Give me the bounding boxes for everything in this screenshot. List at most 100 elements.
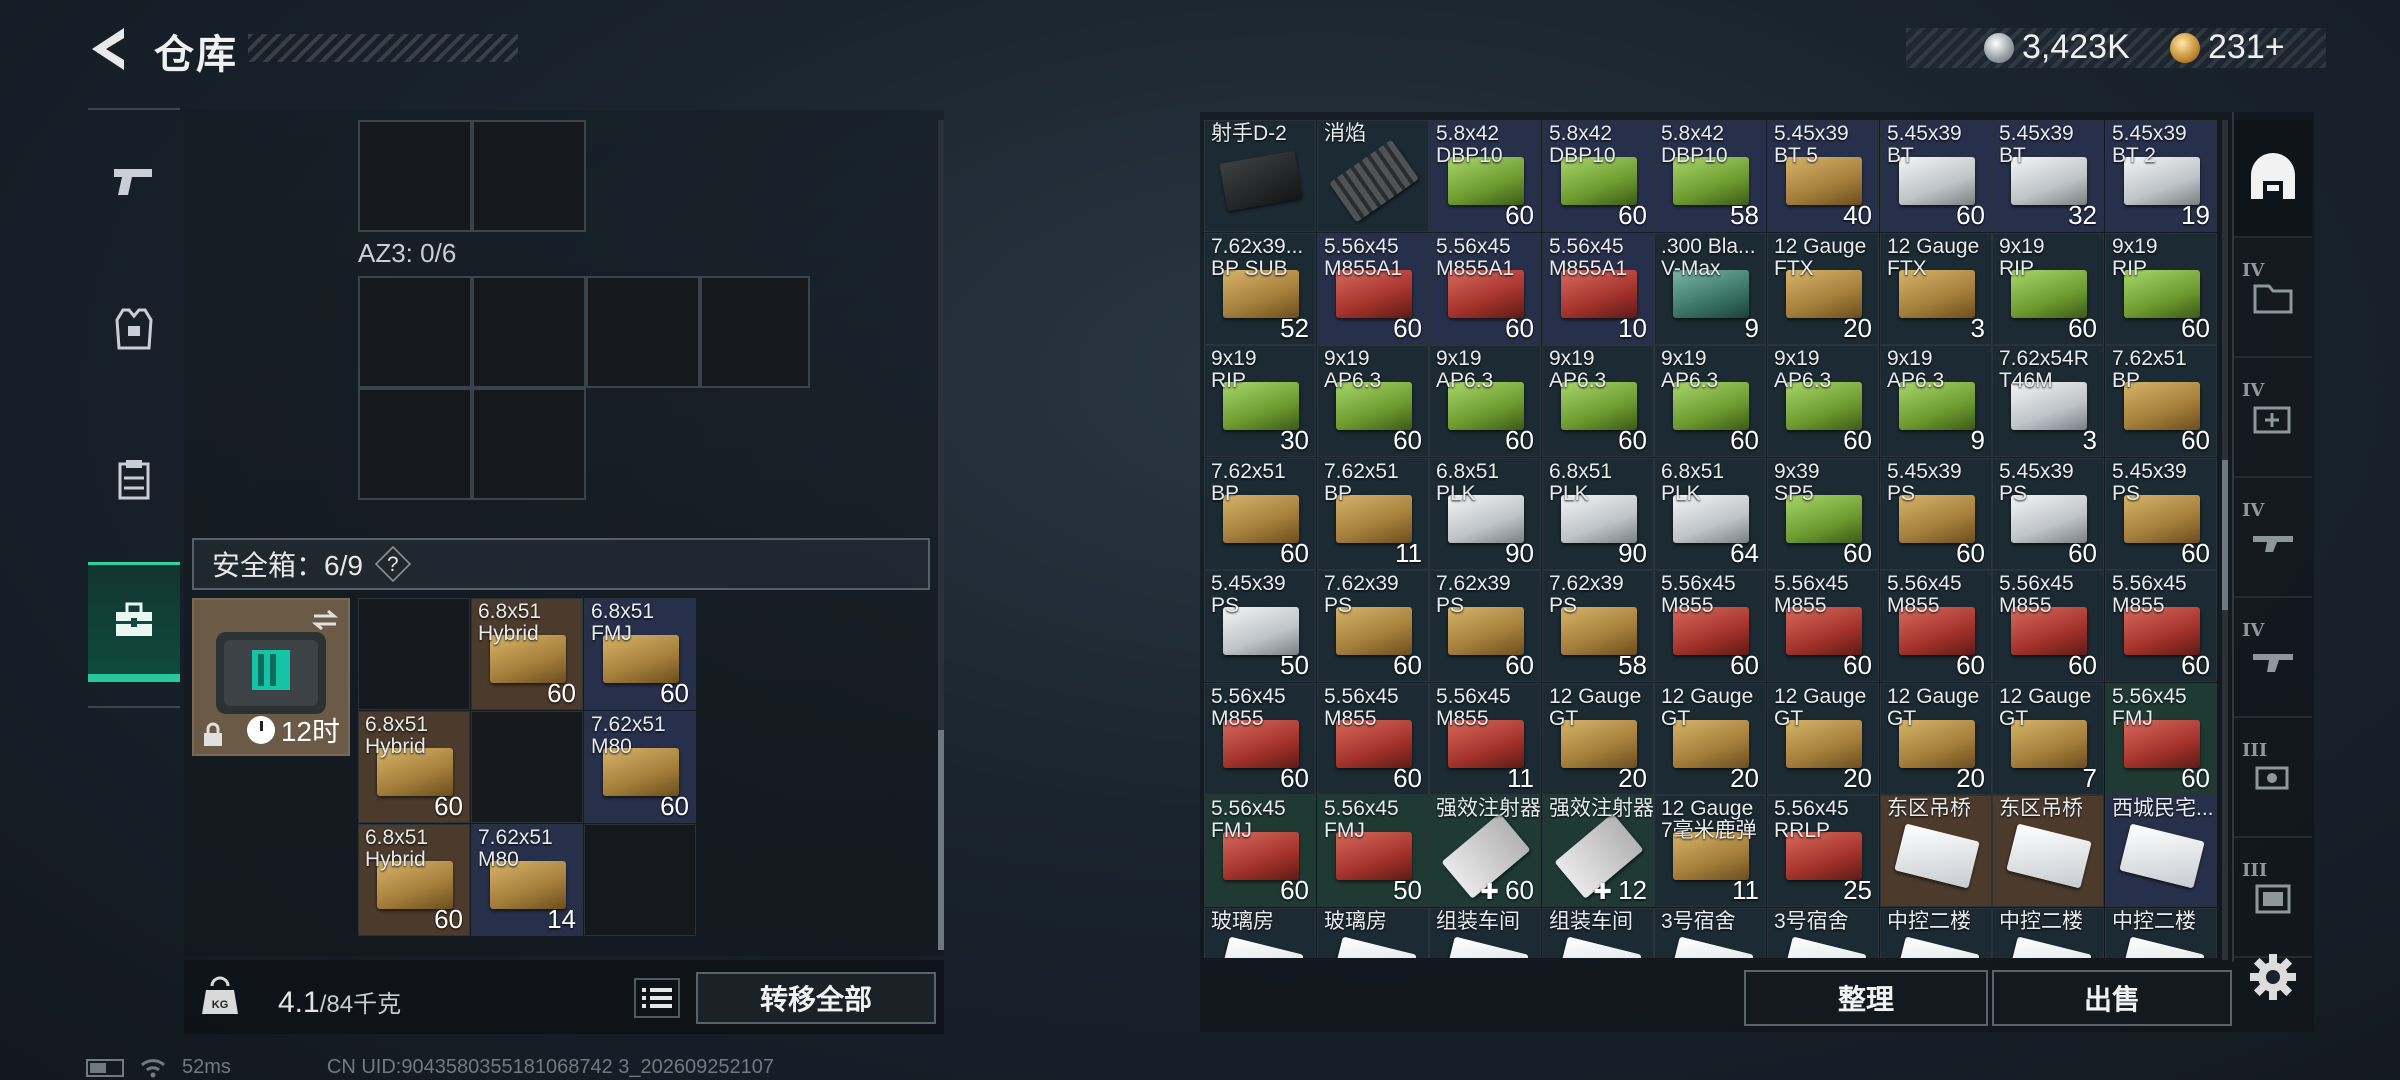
- inventory-item[interactable]: 5.56x45 M855 60: [1992, 570, 2104, 682]
- inventory-item[interactable]: 6.8x51 PLK 90: [1542, 458, 1654, 570]
- inventory-item[interactable]: 9x19 AP6.3 9: [1880, 345, 1992, 457]
- inventory-item[interactable]: 5.56x45 M855 60: [1204, 683, 1316, 795]
- container-slot[interactable]: [472, 120, 586, 232]
- inventory-item[interactable]: 3号宿舍: [1654, 908, 1766, 958]
- inventory-item[interactable]: 6.8x51 PLK 90: [1429, 458, 1541, 570]
- inventory-item[interactable]: 7.62x39 PS 60: [1317, 570, 1429, 682]
- sort-button[interactable]: 整理: [1744, 970, 1988, 1026]
- inventory-item[interactable]: 9x19 AP6.3 60: [1767, 345, 1879, 457]
- inventory-item[interactable]: 5.56x45 M855 60: [1880, 570, 1992, 682]
- inventory-item[interactable]: 12 Gauge 7毫米鹿弹 11: [1654, 795, 1766, 907]
- inventory-item[interactable]: 7.62x54R T46M 3: [1992, 345, 2104, 457]
- inventory-item[interactable]: 5.8x42 DBP10 60: [1429, 120, 1541, 232]
- az3-slot[interactable]: [358, 388, 472, 500]
- inventory-item[interactable]: 9x19 AP6.3 60: [1317, 345, 1429, 457]
- inventory-item[interactable]: 东区吊桥: [1880, 795, 1992, 907]
- inventory-item[interactable]: 7.62x51 BP 60: [2105, 345, 2217, 457]
- inventory-item[interactable]: 玻璃房: [1317, 908, 1429, 958]
- inventory-item[interactable]: 6.8x51 PLK 64: [1654, 458, 1766, 570]
- inventory-item[interactable]: 组装车间: [1542, 908, 1654, 958]
- empty-slot[interactable]: [471, 711, 583, 823]
- inventory-item[interactable]: 6.8x51 Hybrid 60: [358, 711, 470, 823]
- inventory-item[interactable]: 5.56x45 M855A1 10: [1542, 233, 1654, 345]
- rail-armor[interactable]: [88, 270, 180, 390]
- inventory-item[interactable]: 6.8x51 FMJ 60: [584, 598, 696, 710]
- list-view-button[interactable]: [634, 978, 680, 1018]
- storage-tab-1[interactable]: IV: [2234, 240, 2312, 358]
- inventory-item[interactable]: 7.62x51 M80 14: [471, 824, 583, 936]
- inventory-item[interactable]: 5.45x39 PS 60: [1880, 458, 1992, 570]
- inventory-item[interactable]: 12 Gauge GT 7: [1992, 683, 2104, 795]
- inventory-item[interactable]: 5.45x39 BT 60: [1880, 120, 1992, 232]
- inventory-item[interactable]: 6.8x51 Hybrid 60: [358, 824, 470, 936]
- empty-slot[interactable]: [584, 824, 696, 936]
- left-scrollbar[interactable]: [938, 120, 944, 950]
- empty-slot[interactable]: [358, 598, 470, 710]
- inventory-item[interactable]: 9x39 SP5 60: [1767, 458, 1879, 570]
- inventory-item[interactable]: 7.62x51 BP 60: [1204, 458, 1316, 570]
- inventory-item[interactable]: 5.8x42 DBP10 58: [1654, 120, 1766, 232]
- safe-box-container[interactable]: 12时: [192, 598, 350, 756]
- storage-tab-6[interactable]: III: [2234, 840, 2312, 958]
- help-icon[interactable]: ?: [374, 545, 412, 583]
- inventory-item[interactable]: 7.62x51 M80 60: [584, 711, 696, 823]
- storage-tab-2[interactable]: IV: [2234, 360, 2312, 478]
- inventory-item[interactable]: 5.45x39 BT 2 19: [2105, 120, 2217, 232]
- inventory-item[interactable]: 12 Gauge GT 20: [1542, 683, 1654, 795]
- inventory-item[interactable]: 5.45x39 PS 60: [2105, 458, 2217, 570]
- settings-gear-icon[interactable]: [2248, 952, 2298, 1002]
- swap-icon[interactable]: [310, 608, 340, 632]
- inventory-item[interactable]: 5.45x39 BT 5 40: [1767, 120, 1879, 232]
- inventory-item[interactable]: 9x19 RIP 30: [1204, 345, 1316, 457]
- inventory-item[interactable]: 5.45x39 PS 60: [1992, 458, 2104, 570]
- inventory-item[interactable]: 中控二楼: [1992, 908, 2104, 958]
- inventory-item[interactable]: 5.45x39 PS 50: [1204, 570, 1316, 682]
- storage-scrollbar[interactable]: [2222, 120, 2228, 960]
- storage-tab-all[interactable]: [2234, 120, 2312, 238]
- inventory-item[interactable]: 射手D-2: [1204, 120, 1316, 232]
- sell-button[interactable]: 出售: [1992, 970, 2232, 1026]
- inventory-item[interactable]: 5.56x45 M855 60: [1317, 683, 1429, 795]
- inventory-item[interactable]: 12 Gauge FTX 3: [1880, 233, 1992, 345]
- rail-safe-box[interactable]: [88, 562, 180, 682]
- inventory-item[interactable]: 6.8x51 Hybrid 60: [471, 598, 583, 710]
- inventory-item[interactable]: 9x19 RIP 60: [2105, 233, 2217, 345]
- inventory-item[interactable]: 5.56x45 FMJ 60: [2105, 683, 2217, 795]
- inventory-item[interactable]: 12 Gauge GT 20: [1880, 683, 1992, 795]
- left-scroll-thumb[interactable]: [938, 730, 944, 950]
- inventory-item[interactable]: 7.62x39 PS 60: [1429, 570, 1541, 682]
- az3-slot[interactable]: [586, 276, 700, 388]
- gold-currency[interactable]: 231+: [2170, 28, 2285, 67]
- inventory-item[interactable]: 5.56x45 M855 60: [1654, 570, 1766, 682]
- az3-slot[interactable]: [472, 388, 586, 500]
- inventory-item[interactable]: 强效注射器 ✚ 12: [1542, 795, 1654, 907]
- inventory-item[interactable]: 9x19 AP6.3 60: [1654, 345, 1766, 457]
- inventory-item[interactable]: 5.56x45 M855 11: [1429, 683, 1541, 795]
- inventory-item[interactable]: .300 Bla... V-Max 9: [1654, 233, 1766, 345]
- inventory-item[interactable]: 中控二楼: [2105, 908, 2217, 958]
- inventory-item[interactable]: 9x19 RIP 60: [1992, 233, 2104, 345]
- inventory-item[interactable]: 组装车间: [1429, 908, 1541, 958]
- transfer-all-button[interactable]: 转移全部: [696, 972, 936, 1024]
- az3-slot[interactable]: [472, 276, 586, 388]
- inventory-item[interactable]: 7.62x51 BP 11: [1317, 458, 1429, 570]
- inventory-item[interactable]: 12 Gauge GT 20: [1654, 683, 1766, 795]
- inventory-item[interactable]: 7.62x39 PS 58: [1542, 570, 1654, 682]
- inventory-item[interactable]: 5.56x45 M855A1 60: [1429, 233, 1541, 345]
- az3-slot[interactable]: [700, 276, 810, 388]
- inventory-item[interactable]: 5.56x45 FMJ 60: [1204, 795, 1316, 907]
- inventory-item[interactable]: 12 Gauge GT 20: [1767, 683, 1879, 795]
- inventory-item[interactable]: 东区吊桥: [1992, 795, 2104, 907]
- container-slot[interactable]: [358, 120, 472, 232]
- inventory-item[interactable]: 5.45x39 BT 32: [1992, 120, 2104, 232]
- inventory-item[interactable]: 西城民宅...: [2105, 795, 2217, 907]
- storage-scroll-thumb[interactable]: [2222, 460, 2228, 610]
- rail-weapons[interactable]: [88, 120, 180, 240]
- storage-tab-3[interactable]: IV: [2234, 480, 2312, 598]
- rail-rig[interactable]: [88, 420, 180, 540]
- inventory-item[interactable]: 5.56x45 M855 60: [1767, 570, 1879, 682]
- az3-slot[interactable]: [358, 276, 472, 388]
- inventory-item[interactable]: 5.56x45 M855 60: [2105, 570, 2217, 682]
- storage-tab-5[interactable]: III: [2234, 720, 2312, 838]
- inventory-item[interactable]: 5.56x45 RRLP 25: [1767, 795, 1879, 907]
